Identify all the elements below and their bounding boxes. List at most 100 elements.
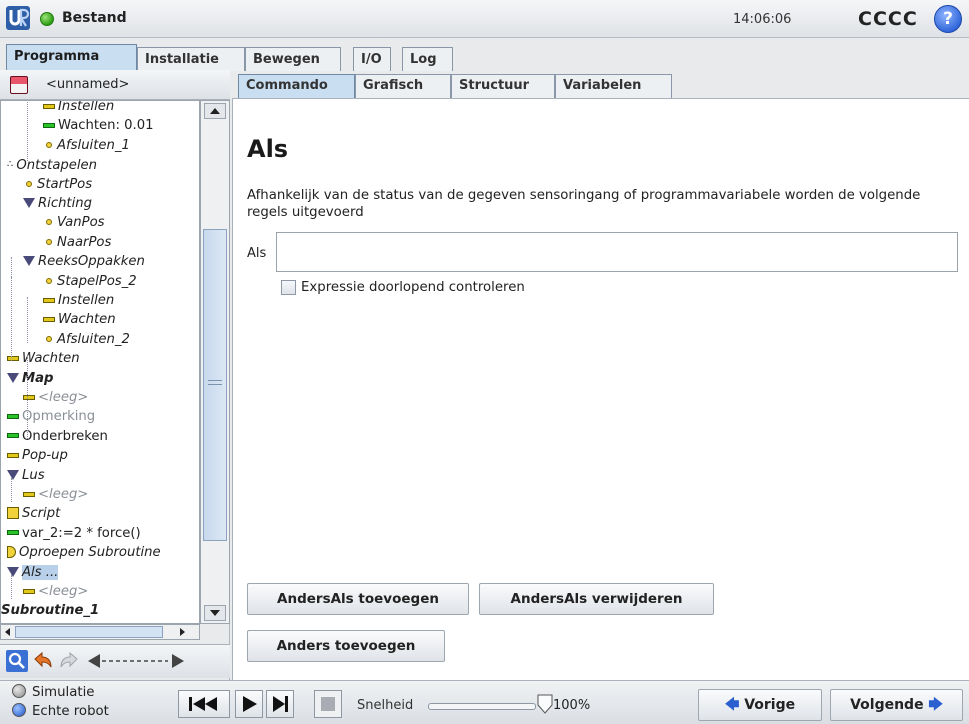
scroll-thumb[interactable]: [203, 229, 227, 541]
tree-node[interactable]: Als ...: [7, 563, 59, 583]
scroll-down-button[interactable]: [204, 605, 226, 621]
arrow-left-icon: 🡄: [724, 697, 740, 713]
program-tree[interactable]: Instellen Wachten: 0.01 Afsluiten_1 ∴ Ontsta…: [0, 100, 200, 624]
tree-node[interactable]: var_2:=2 * force(): [7, 524, 141, 544]
speed-slider[interactable]: [428, 703, 536, 710]
tab-variabelen[interactable]: Variabelen: [555, 74, 672, 98]
mode-real-robot[interactable]: Echte robot: [12, 703, 109, 719]
tree-node[interactable]: Afsluiten_1: [43, 136, 130, 156]
radio-simulation-icon[interactable]: [12, 684, 26, 698]
step-button[interactable]: [266, 690, 294, 718]
tree-node[interactable]: StartPos: [23, 175, 92, 195]
tree-node[interactable]: Opmerking: [7, 407, 95, 427]
file-menu-title[interactable]: Bestand: [62, 10, 127, 26]
program-name: <unnamed>: [46, 77, 130, 92]
action-node-icon: [7, 452, 19, 458]
tab-programma[interactable]: Programma: [6, 44, 137, 71]
tree-node[interactable]: <leeg>: [23, 485, 88, 505]
next-label: Volgende: [850, 697, 924, 713]
title-bar: Bestand 14:06:06 CCCC ?: [0, 0, 969, 38]
action-node-icon: [7, 355, 19, 361]
tab-installatie[interactable]: Installatie: [137, 47, 245, 71]
tree-node[interactable]: <leeg>: [23, 582, 88, 602]
tree-node[interactable]: ∴ Ontstapelen: [7, 155, 97, 175]
tab-io[interactable]: I/O: [353, 47, 391, 71]
page-title: Als: [247, 135, 289, 163]
tree-node-label: Instellen: [58, 293, 115, 308]
arrow-right-icon[interactable]: [177, 626, 188, 638]
add-elseif-button[interactable]: AndersAls toevoegen: [247, 583, 469, 615]
tree-node[interactable]: Onderbreken: [7, 427, 108, 447]
save-file-icon[interactable]: [10, 76, 28, 94]
description-text: Afhankelijk van de status van de gegeven…: [247, 188, 921, 220]
tree-node[interactable]: VanPos: [43, 213, 105, 233]
tab-structuur[interactable]: Structuur: [451, 74, 555, 98]
tree-node[interactable]: Oproepen Subroutine: [7, 543, 161, 563]
tree-node[interactable]: Wachten: [43, 310, 116, 330]
tree-node[interactable]: Instellen: [43, 291, 114, 311]
tree-node[interactable]: Script: [7, 504, 60, 524]
tree-node-label: Ontstapelen: [16, 158, 98, 174]
robot-name: CCCC: [858, 8, 918, 30]
scroll-up-button[interactable]: [204, 103, 226, 119]
clock: 14:06:06: [733, 12, 792, 27]
grip-icon: [208, 380, 222, 385]
tree-node[interactable]: Afsluiten_2: [43, 330, 130, 350]
radio-real-robot-icon[interactable]: [12, 703, 26, 717]
tree-node[interactable]: Pop-up: [7, 446, 68, 466]
palletize-icon: ∴: [7, 159, 14, 171]
tree-node[interactable]: Subroutine_1: [1, 601, 99, 621]
continuous-check-checkbox[interactable]: [281, 280, 296, 295]
tree-node[interactable]: <leeg>: [23, 388, 88, 408]
tree-node-label: Wachten: [22, 351, 80, 367]
stop-icon: [321, 697, 335, 711]
program-tree-panel: <unnamed> Instellen Wachten: 0.01 Afsluite…: [0, 70, 230, 680]
tree-horizontal-scrollbar[interactable]: [0, 624, 200, 640]
tab-commando[interactable]: Commando: [238, 74, 355, 98]
tab-bewegen[interactable]: Bewegen: [245, 47, 341, 71]
waypoint-icon: [46, 238, 52, 245]
main-tabs: Programma Installatie Bewegen I/O Log: [0, 44, 969, 71]
tree-vertical-scrollbar[interactable]: [200, 100, 230, 624]
tree-node[interactable]: Wachten: [7, 349, 80, 369]
speed-slider-handle[interactable]: [536, 694, 554, 714]
tree-node[interactable]: NaarPos: [43, 233, 111, 253]
previous-button[interactable]: 🡄 Vorige: [698, 689, 822, 721]
tree-node[interactable]: StapelPos_2: [43, 272, 137, 292]
help-button[interactable]: ?: [934, 5, 962, 33]
tree-node-label: var_2:=2 * force(): [22, 525, 141, 541]
tree-node[interactable]: Map: [7, 369, 53, 389]
next-button[interactable]: Volgende 🡆: [830, 689, 963, 721]
tree-connector: [27, 101, 28, 161]
tree-node[interactable]: Richting: [23, 194, 92, 214]
cut-move-icon[interactable]: [86, 650, 186, 672]
node-tabs: Commando Grafisch Structuur Variabelen: [230, 74, 969, 100]
remove-elseif-button[interactable]: AndersAls verwijderen: [479, 583, 714, 615]
search-icon[interactable]: [6, 650, 28, 672]
tree-node[interactable]: Wachten: 0.01: [43, 116, 154, 136]
arrow-down-icon: [210, 610, 220, 616]
rewind-button[interactable]: [178, 690, 230, 718]
stop-button[interactable]: [314, 690, 342, 718]
command-panel: Als Afhankelijk van de status van de geg…: [232, 98, 969, 680]
tree-node[interactable]: Lus: [7, 466, 45, 486]
if-expression-input[interactable]: [276, 232, 958, 272]
expand-triangle-icon: [7, 372, 19, 383]
tab-grafisch[interactable]: Grafisch: [355, 74, 451, 98]
play-button[interactable]: [235, 690, 263, 718]
tree-node-label: Als ...: [22, 564, 59, 580]
add-else-button[interactable]: Anders toevoegen: [247, 630, 445, 662]
tree-node-label: Lus: [22, 467, 45, 483]
tree-node[interactable]: Instellen: [43, 101, 114, 117]
tree-node-label: StartPos: [37, 176, 93, 192]
mode-simulation[interactable]: Simulatie: [12, 684, 94, 700]
hscroll-thumb[interactable]: [15, 626, 163, 638]
arrow-left-icon[interactable]: [2, 626, 13, 638]
tab-log[interactable]: Log: [402, 47, 453, 71]
action-node-icon: [43, 316, 55, 322]
play-icon: [243, 696, 257, 712]
tree-node[interactable]: ReeksOppakken: [23, 252, 145, 272]
tree-node-label: Richting: [38, 196, 92, 211]
redo-icon[interactable]: [58, 650, 80, 672]
undo-icon[interactable]: [32, 650, 54, 672]
